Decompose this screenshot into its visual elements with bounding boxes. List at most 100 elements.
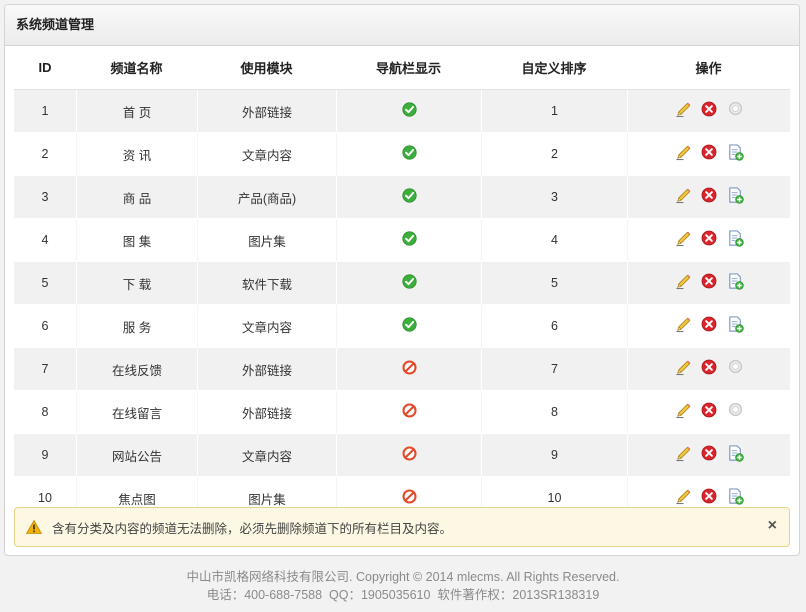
cell-sort: 9: [481, 434, 627, 477]
cell-actions: [627, 219, 790, 262]
cell-module: 产品(商品): [197, 176, 336, 219]
delete-icon[interactable]: [701, 101, 718, 118]
cell-nav-display: [336, 90, 481, 133]
pencil-icon[interactable]: [675, 488, 692, 505]
forbidden-icon[interactable]: [401, 489, 417, 507]
cell-channel-name: 网站公告: [76, 434, 197, 477]
cell-sort: 5: [481, 262, 627, 305]
cell-id: 4: [14, 219, 76, 262]
cell-nav-display: [336, 391, 481, 434]
pencil-icon[interactable]: [675, 101, 692, 118]
cell-sort: 4: [481, 219, 627, 262]
channel-panel: 系统频道管理 ID 频道名称 使用模块 导航栏显示 自定义排序 操作 1 首 页外…: [4, 4, 800, 556]
footer-contact: 电话：400-688-7588 QQ：1905035610 软件著作权：2013…: [206, 588, 600, 602]
delete-icon[interactable]: [701, 230, 718, 247]
pencil-icon[interactable]: [675, 273, 692, 290]
cell-nav-display: [336, 305, 481, 348]
delete-icon[interactable]: [701, 273, 718, 290]
cell-channel-name: 商 品: [76, 176, 197, 219]
pencil-icon[interactable]: [675, 187, 692, 204]
forbidden-icon[interactable]: [401, 360, 417, 378]
pencil-icon[interactable]: [675, 402, 692, 419]
col-header-name: 频道名称: [76, 46, 197, 90]
cell-sort: 7: [481, 348, 627, 391]
check-circle-icon[interactable]: [401, 231, 417, 249]
check-circle-icon[interactable]: [401, 102, 417, 120]
pencil-icon[interactable]: [675, 316, 692, 333]
panel-title: 系统频道管理: [5, 5, 799, 46]
cell-channel-name: 首 页: [76, 90, 197, 133]
cell-channel-name: 下 载: [76, 262, 197, 305]
add-content-icon[interactable]: [727, 187, 744, 204]
footer-copyright: 中山市凯格网络科技有限公司. Copyright © 2014 mlecms. …: [186, 570, 620, 584]
cell-module: 外部链接: [197, 391, 336, 434]
cell-id: 7: [14, 348, 76, 391]
cell-module: 文章内容: [197, 133, 336, 176]
forbidden-icon[interactable]: [401, 403, 417, 421]
cell-module: 文章内容: [197, 434, 336, 477]
cell-nav-display: [336, 133, 481, 176]
cell-id: 2: [14, 133, 76, 176]
table-row: 1首 页外部链接 1: [14, 90, 790, 133]
pencil-icon[interactable]: [675, 445, 692, 462]
cell-actions: [627, 176, 790, 219]
add-content-icon[interactable]: [727, 144, 744, 161]
cell-nav-display: [336, 219, 481, 262]
delete-icon[interactable]: [701, 359, 718, 376]
add-content-icon[interactable]: [727, 445, 744, 462]
warning-icon: [26, 520, 42, 534]
delete-icon[interactable]: [701, 187, 718, 204]
cell-channel-name: 服 务: [76, 305, 197, 348]
col-header-id: ID: [14, 46, 76, 90]
delete-icon[interactable]: [701, 144, 718, 161]
table-row: 3商 品产品(商品) 3: [14, 176, 790, 219]
add-content-icon[interactable]: [727, 488, 744, 505]
cell-id: 8: [14, 391, 76, 434]
cell-sort: 3: [481, 176, 627, 219]
col-header-nav: 导航栏显示: [336, 46, 481, 90]
cell-id: 3: [14, 176, 76, 219]
cell-module: 外部链接: [197, 348, 336, 391]
cell-channel-name: 在线反馈: [76, 348, 197, 391]
pencil-icon[interactable]: [675, 144, 692, 161]
disabled-circle-icon: [727, 101, 744, 118]
close-alert-button[interactable]: ×: [768, 518, 777, 534]
delete-icon[interactable]: [701, 445, 718, 462]
check-circle-icon[interactable]: [401, 317, 417, 335]
cell-sort: 1: [481, 90, 627, 133]
delete-icon[interactable]: [701, 488, 718, 505]
add-content-icon[interactable]: [727, 316, 744, 333]
table-row: 7 在线反馈 外部链接 7: [14, 348, 790, 391]
check-circle-icon[interactable]: [401, 188, 417, 206]
cell-actions: [627, 305, 790, 348]
cell-actions: [627, 262, 790, 305]
cell-id: 9: [14, 434, 76, 477]
table-row: 2资 讯文章内容 2: [14, 133, 790, 176]
cell-module: 软件下载: [197, 262, 336, 305]
col-header-sort: 自定义排序: [481, 46, 627, 90]
cell-sort: 8: [481, 391, 627, 434]
cell-module: 图片集: [197, 219, 336, 262]
cell-actions: [627, 348, 790, 391]
warning-text: 含有分类及内容的频道无法删除，必须先删除频道下的所有栏目及内容。: [52, 521, 453, 536]
delete-icon[interactable]: [701, 402, 718, 419]
check-circle-icon[interactable]: [401, 145, 417, 163]
cell-channel-name: 在线留言: [76, 391, 197, 434]
table-row: 9 网站公告 文章内容 9: [14, 434, 790, 477]
cell-actions: [627, 133, 790, 176]
delete-icon[interactable]: [701, 316, 718, 333]
cell-sort: 2: [481, 133, 627, 176]
warning-alert: 含有分类及内容的频道无法删除，必须先删除频道下的所有栏目及内容。 ×: [14, 507, 790, 547]
cell-nav-display: [336, 262, 481, 305]
add-content-icon[interactable]: [727, 230, 744, 247]
table-row: 4图 集图片集 4: [14, 219, 790, 262]
disabled-circle-icon: [727, 402, 744, 419]
pencil-icon[interactable]: [675, 359, 692, 376]
add-content-icon[interactable]: [727, 273, 744, 290]
cell-channel-name: 资 讯: [76, 133, 197, 176]
check-circle-icon[interactable]: [401, 274, 417, 292]
col-header-module: 使用模块: [197, 46, 336, 90]
pencil-icon[interactable]: [675, 230, 692, 247]
forbidden-icon[interactable]: [401, 446, 417, 464]
col-header-actions: 操作: [627, 46, 790, 90]
